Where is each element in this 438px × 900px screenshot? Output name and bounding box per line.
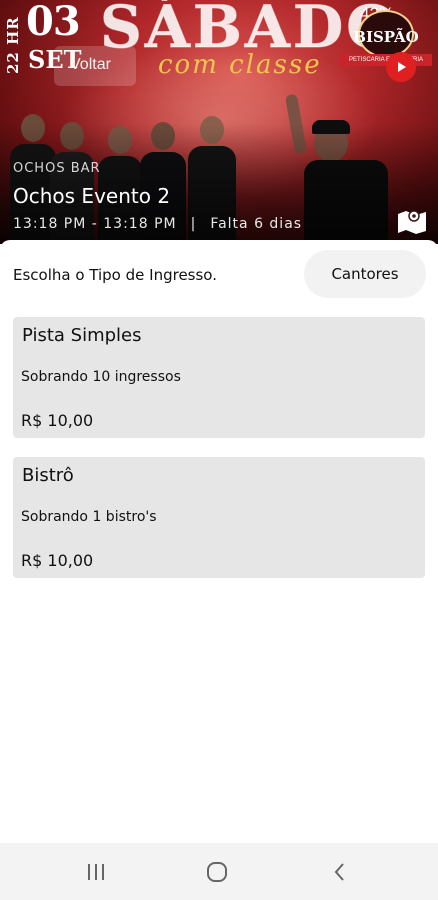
back-icon <box>334 863 344 881</box>
ticket-remaining: Sobrando 10 ingressos <box>21 369 181 385</box>
map-button[interactable] <box>396 206 428 234</box>
time-separator: | <box>190 216 197 232</box>
recents-icon <box>88 864 104 880</box>
ticket-card-pista-simples[interactable]: Pista Simples Sobrando 10 ingressos R$ 1… <box>13 317 425 438</box>
home-icon <box>207 862 227 882</box>
event-time: 13:18 PM - 13:18 PM <box>13 216 177 232</box>
system-nav-bar <box>0 843 438 900</box>
date-day: 03 <box>26 0 81 45</box>
venue-name: OCHOS BAR <box>13 161 101 176</box>
ticket-remaining: Sobrando 1 bistro's <box>21 509 157 525</box>
ticket-type-prompt: Escolha o Tipo de Ingresso. <box>13 266 217 284</box>
youtube-button[interactable] <box>386 52 416 82</box>
event-countdown: Falta 6 dias <box>210 216 303 232</box>
ticket-price: R$ 10,00 <box>21 551 94 570</box>
event-screen: 22 HR 03 SET Voltar SÁBADO com classe 42… <box>0 0 438 900</box>
back-nav-button[interactable] <box>326 859 354 885</box>
home-button[interactable] <box>203 859 231 885</box>
ticket-price: R$ 10,00 <box>21 411 94 430</box>
ticket-title: Pista Simples <box>22 325 142 346</box>
map-icon <box>398 210 426 234</box>
youtube-icon <box>398 62 406 72</box>
banner-subtitle: com classe <box>158 50 322 80</box>
ticket-sheet: Escolha o Tipo de Ingresso. Cantores Pis… <box>0 240 438 843</box>
ticket-card-bistro[interactable]: Bistrô Sobrando 1 bistro's R$ 10,00 <box>13 457 425 578</box>
event-schedule: 13:18 PM - 13:18 PM | Falta 6 dias <box>13 216 302 232</box>
logo-name: BISPÃO <box>353 28 419 46</box>
event-title: Ochos Evento 2 <box>13 184 171 208</box>
ticket-title: Bistrô <box>22 465 74 486</box>
singers-button[interactable]: Cantores <box>304 250 426 298</box>
event-banner: 22 HR 03 SET Voltar SÁBADO com classe 42… <box>0 0 438 244</box>
recents-button[interactable] <box>82 859 110 885</box>
date-hour: 22 HR <box>4 16 22 74</box>
venue-logo: BISPÃO PETISCARIA E CHOPERIA <box>340 10 432 68</box>
